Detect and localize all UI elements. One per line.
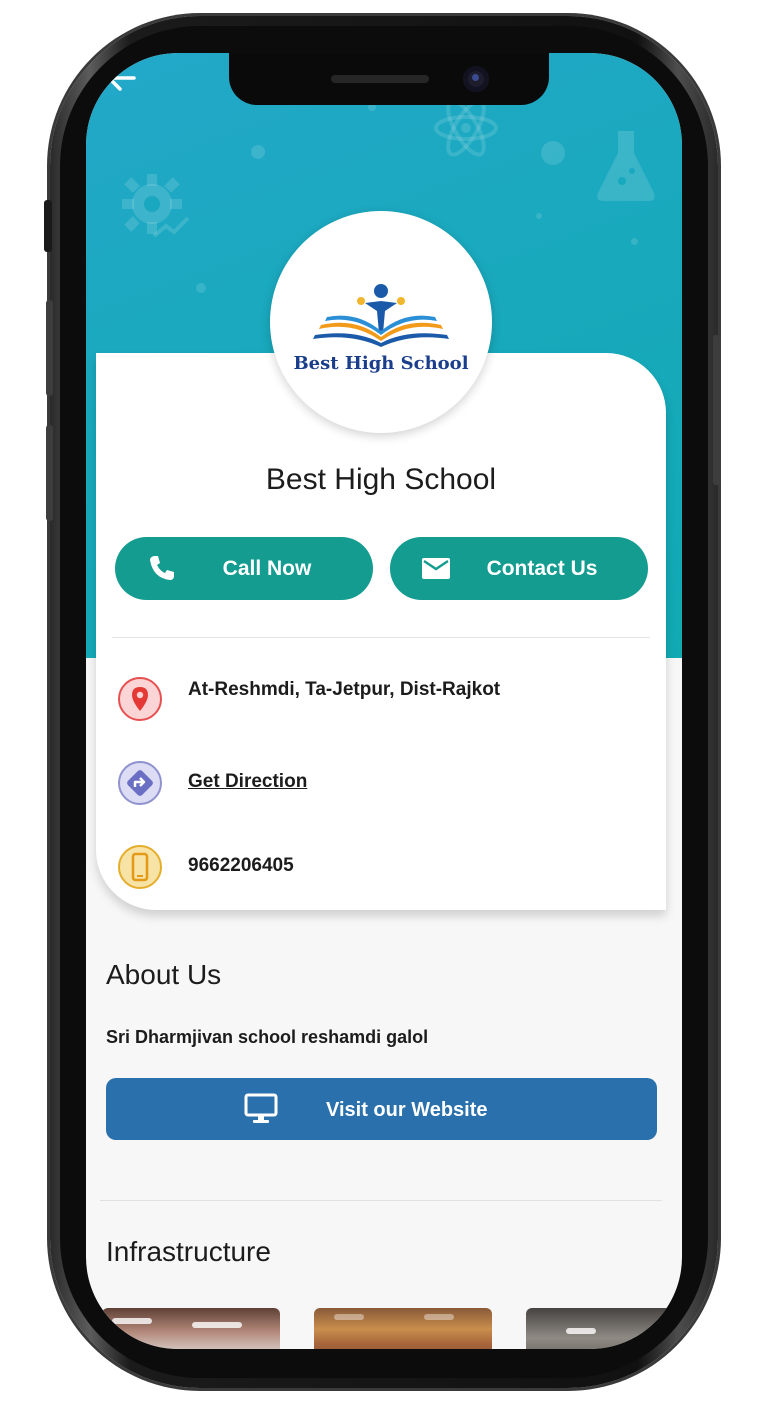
gear-icon bbox=[122, 174, 190, 238]
school-info-card: Best High School Call Now Contact Us At- bbox=[96, 353, 666, 910]
about-us-heading: About Us bbox=[106, 959, 222, 990]
get-direction-link[interactable]: Get Direction bbox=[188, 771, 307, 793]
address-row: At-Reshmdi, Ta-Jetpur, Dist-Rajkot bbox=[118, 677, 638, 725]
address-text: At-Reshmdi, Ta-Jetpur, Dist-Rajkot bbox=[188, 679, 501, 700]
about-us-description: Sri Dharmjivan school reshamdi galol bbox=[106, 1027, 429, 1047]
flask-icon bbox=[597, 131, 655, 201]
monitor-icon bbox=[244, 1093, 278, 1123]
school-logo: Best High School bbox=[270, 211, 492, 433]
phone-number-text[interactable]: 9662206405 bbox=[188, 855, 294, 877]
visit-website-button[interactable]: Visit our Website bbox=[106, 1078, 657, 1140]
direction-row[interactable]: Get Direction bbox=[118, 761, 638, 809]
logo-wordmark: Best High School bbox=[293, 353, 469, 374]
call-now-button[interactable]: Call Now bbox=[115, 537, 373, 600]
earpiece-speaker bbox=[331, 75, 429, 83]
call-now-label: Call Now bbox=[222, 557, 312, 580]
volume-down-button bbox=[46, 425, 53, 521]
front-camera bbox=[463, 66, 489, 92]
contact-us-label: Contact Us bbox=[486, 557, 598, 580]
phone-icon bbox=[150, 556, 174, 580]
infrastructure-heading: Infrastructure bbox=[106, 1236, 271, 1267]
card-divider bbox=[112, 637, 650, 638]
open-book-logo-icon bbox=[313, 284, 449, 347]
direction-icon bbox=[118, 761, 162, 805]
school-name-heading: Best High School bbox=[265, 463, 497, 496]
mobile-icon bbox=[118, 845, 162, 889]
phone-row[interactable]: 9662206405 bbox=[118, 845, 638, 893]
power-button bbox=[713, 335, 721, 485]
infrastructure-photo[interactable] bbox=[314, 1308, 492, 1349]
infrastructure-photo[interactable] bbox=[102, 1308, 280, 1349]
location-pin-icon bbox=[118, 677, 162, 721]
app-screen: Best High School Best High School Call N… bbox=[86, 53, 682, 1349]
contact-us-button[interactable]: Contact Us bbox=[390, 537, 648, 600]
volume-up-button bbox=[46, 300, 53, 396]
mail-icon bbox=[422, 558, 450, 579]
infrastructure-photo[interactable] bbox=[526, 1308, 682, 1349]
phone-notch bbox=[229, 53, 549, 105]
mute-switch bbox=[44, 200, 52, 252]
back-button[interactable] bbox=[104, 63, 138, 93]
section-divider bbox=[100, 1200, 662, 1201]
back-arrow-icon bbox=[107, 65, 136, 91]
visit-website-label: Visit our Website bbox=[326, 1099, 488, 1121]
